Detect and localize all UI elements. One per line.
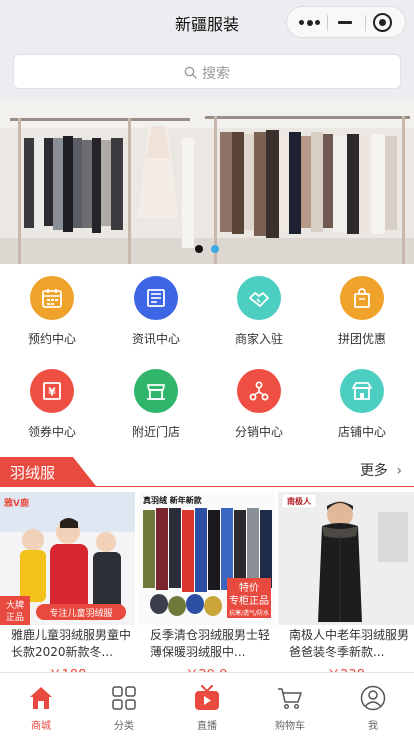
cart-icon: [278, 688, 302, 710]
coupon-icon: ¥: [30, 369, 74, 413]
shop-icon: [340, 369, 384, 413]
product-badge-line1: 大牌: [6, 599, 24, 611]
svg-text:¥: ¥: [48, 386, 56, 399]
menu-label: 拼团优惠: [337, 332, 386, 346]
tab-label: 购物车: [275, 721, 305, 732]
menu-item-group-deal[interactable]: 拼团优惠: [310, 264, 414, 356]
quick-menu-grid: 预约中心 资讯中心 商家入驻 拼团优惠 ¥ 领券中心 附近门店 分销中心 店铺中…: [0, 264, 414, 450]
chevron-right-icon: ›: [396, 463, 402, 479]
product-card[interactable]: 真羽绒 新年新款 特价 专柜正品 抗寒/透气/防水 反季清仓羽绒服男士轻薄保暖羽…: [139, 492, 274, 683]
product-badge-line1: 特价: [239, 582, 259, 594]
minimize-icon[interactable]: [338, 21, 352, 24]
menu-label: 领券中心: [27, 425, 76, 439]
menu-item-booking[interactable]: 预约中心: [0, 264, 104, 356]
carousel-dot-active[interactable]: [195, 245, 203, 253]
title-bar: 新疆服装: [0, 0, 414, 44]
menu-label: 分销中心: [234, 425, 283, 439]
product-image: 南极人: [278, 492, 414, 625]
close-target-icon[interactable]: [373, 13, 392, 32]
product-name: 反季清仓羽绒服男士轻薄保暖羽绒服中...: [150, 628, 271, 659]
brand-logo-text: 南极人: [287, 496, 312, 506]
bottom-tab-bar: 商城 分类 直播 购物车 我: [0, 672, 414, 736]
menu-label: 商家入驻: [234, 332, 283, 346]
carousel-dot[interactable]: [211, 245, 219, 253]
share-icon: [237, 369, 281, 413]
tab-label: 分类: [114, 721, 134, 732]
tab-category[interactable]: 分类: [83, 673, 165, 736]
tab-cart[interactable]: 购物车: [249, 673, 331, 736]
brand-logo-text: 真羽绒 新年新款: [143, 495, 203, 505]
tab-label: 直播: [197, 721, 217, 732]
menu-item-shop-center[interactable]: 店铺中心: [310, 357, 414, 449]
more-menu-icon[interactable]: [299, 19, 321, 26]
profile-icon: [360, 685, 386, 711]
product-card[interactable]: 雅V鹿 大牌 正品 专注儿童羽绒服 雅鹿儿童羽绒服男童中长款2020新款冬...…: [0, 492, 135, 683]
product-name: 南极人中老年羽绒服男爸爸装冬季新款...: [289, 628, 410, 659]
calendar-icon: [30, 276, 74, 320]
menu-label: 资讯中心: [131, 332, 180, 346]
shopping-bag-icon: [340, 276, 384, 320]
capsule-divider: [327, 15, 328, 31]
handshake-icon: [237, 276, 281, 320]
more-label: 更多: [359, 463, 388, 479]
tab-label: 商城: [31, 721, 51, 732]
home-icon: [30, 687, 52, 709]
more-link[interactable]: 更多 ›: [360, 460, 402, 480]
product-image: 真羽绒 新年新款 特价 专柜正品 抗寒/透气/防水: [139, 492, 274, 625]
menu-label: 附近门店: [131, 425, 180, 439]
menu-label: 店铺中心: [337, 425, 386, 439]
product-strip-text: 专注儿童羽绒服: [49, 607, 112, 619]
tab-profile[interactable]: 我: [332, 673, 414, 736]
tab-label: 我: [368, 721, 378, 732]
product-badge-line2: 专柜正品: [229, 594, 269, 607]
brand-logo-text: 雅V鹿: [3, 497, 29, 509]
tab-live[interactable]: 直播: [166, 673, 248, 736]
menu-label: 预约中心: [27, 332, 76, 346]
product-card[interactable]: 南极人 南极人中老年羽绒服男爸爸装冬季新款... ￥238: [278, 492, 414, 683]
product-sub-badge: 抗寒/透气/防水: [229, 609, 269, 617]
banner-carousel[interactable]: [0, 98, 414, 264]
product-image: 雅V鹿 大牌 正品 专注儿童羽绒服: [0, 492, 135, 625]
store-icon: [134, 369, 178, 413]
product-badge-line2: 正品: [6, 612, 24, 623]
menu-item-distribution[interactable]: 分销中心: [207, 357, 311, 449]
mini-program-capsule: [286, 6, 406, 38]
tab-home[interactable]: 商城: [0, 673, 82, 736]
capsule-divider: [365, 15, 366, 31]
search-placeholder: 搜索: [202, 66, 230, 82]
live-tv-icon: [195, 685, 219, 710]
news-icon: [134, 276, 178, 320]
product-name: 雅鹿儿童羽绒服男童中长款2020新款冬...: [11, 628, 132, 659]
category-icon: [112, 686, 136, 710]
search-input[interactable]: 搜索: [13, 54, 401, 89]
search-icon: [184, 66, 197, 79]
menu-item-merchant-join[interactable]: 商家入驻: [207, 264, 311, 356]
menu-item-news[interactable]: 资讯中心: [104, 264, 208, 356]
search-area: 搜索: [0, 44, 414, 98]
clothing-rack-image: [0, 98, 414, 264]
menu-item-nearby-stores[interactable]: 附近门店: [104, 357, 208, 449]
menu-item-coupons[interactable]: ¥ 领券中心: [0, 357, 104, 449]
